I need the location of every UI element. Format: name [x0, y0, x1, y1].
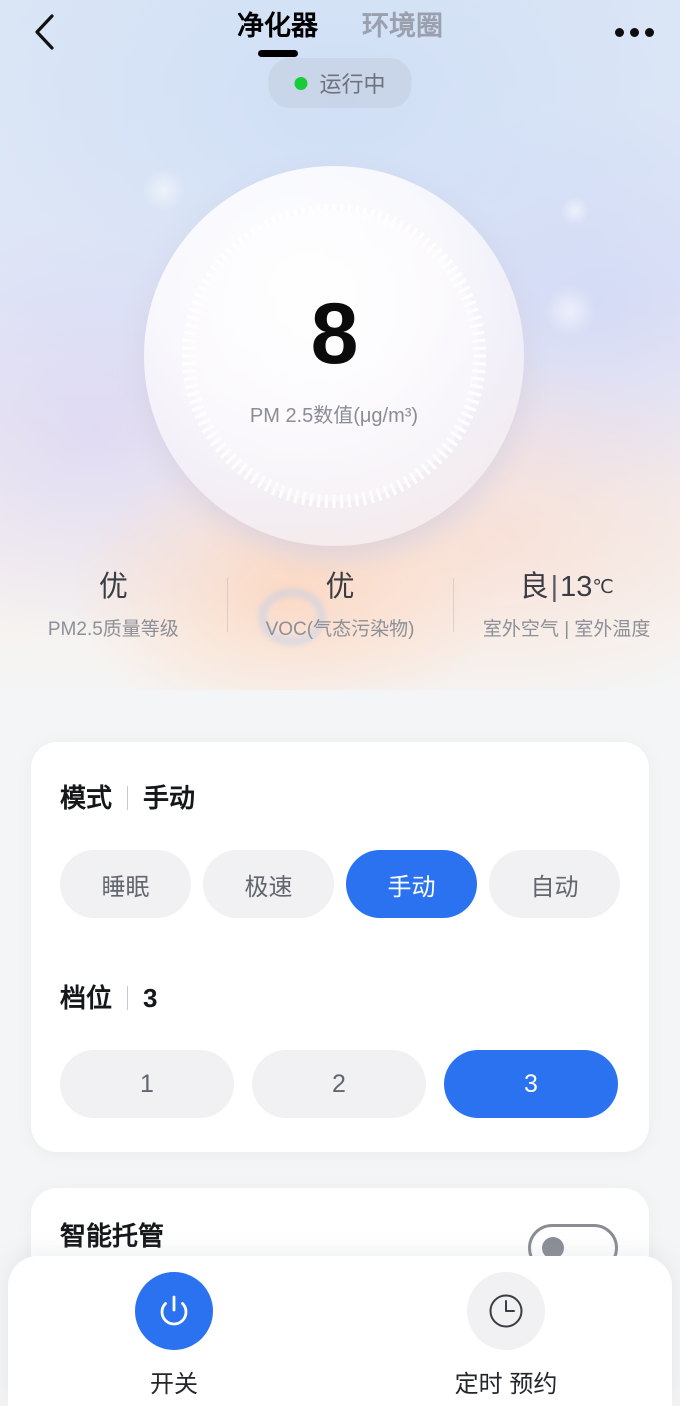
timer-action[interactable]: 定时 预约	[340, 1256, 672, 1406]
chevron-left-icon	[35, 14, 54, 50]
power-button[interactable]	[135, 1272, 213, 1350]
stat-label: VOC(气态污染物)	[265, 618, 415, 640]
stat-voc: 优 VOC(气态污染物)	[226, 571, 454, 641]
mode-chip-row: 睡眠 极速 手动 自动	[60, 850, 620, 918]
mode-chip-manual[interactable]: 手动	[346, 850, 477, 918]
mode-chip-sleep[interactable]: 睡眠	[60, 850, 191, 918]
tab-active-indicator	[257, 50, 298, 57]
pm25-unit-label: PM 2.5数值(μg/m³)	[249, 404, 419, 427]
stat-value: 优	[325, 571, 355, 603]
more-options-button[interactable]	[610, 8, 658, 56]
gear-chip-2[interactable]: 2	[252, 1050, 426, 1118]
ellipsis-icon-dot	[644, 27, 654, 37]
timer-button[interactable]	[467, 1272, 545, 1350]
chip-label: 睡眠	[101, 873, 150, 901]
tab-label: 净化器	[237, 11, 318, 41]
mode-chip-turbo[interactable]: 极速	[203, 850, 334, 918]
mode-current-value: 手动	[143, 783, 196, 813]
tab-environment[interactable]: 环境圈	[362, 4, 443, 57]
bottom-action-bar: 开关 定时 预约	[8, 1256, 672, 1406]
stat-value: 良|13℃	[453, 571, 680, 604]
air-stats-row: 优 PM2.5质量等级 优 VOC(气态污染物) 良|13℃ 室外空气 | 室外…	[0, 571, 680, 641]
ellipsis-icon-dot	[614, 27, 624, 37]
chip-label: 1	[140, 1069, 154, 1098]
chip-label: 2	[332, 1069, 346, 1098]
clock-icon	[489, 1294, 523, 1328]
stat-label: PM2.5质量等级	[47, 618, 179, 640]
chip-label: 自动	[530, 873, 579, 901]
pm25-dial[interactable]: 8 PM 2.5数值(μg/m³)	[144, 166, 536, 564]
back-button[interactable]	[20, 8, 68, 56]
chip-label: 3	[524, 1069, 538, 1098]
purifier-app-screen: 8 PM 2.5数值(μg/m³) 优 PM2.5质量等级 优 VOC(气态污染…	[0, 0, 680, 1406]
tab-label: 环境圈	[362, 11, 443, 41]
mode-title-label: 模式	[60, 783, 113, 813]
pm25-value: 8	[310, 285, 359, 382]
chip-label: 手动	[387, 873, 436, 901]
gear-chip-1[interactable]: 1	[60, 1050, 234, 1118]
tab-purifier[interactable]: 净化器	[237, 4, 318, 57]
timer-label: 定时 预约	[454, 1371, 558, 1398]
mode-chip-auto[interactable]: 自动	[489, 850, 620, 918]
device-tabs: 净化器 环境圈	[237, 4, 443, 57]
value-separator: |	[550, 571, 559, 603]
title-separator	[127, 986, 129, 1010]
temperature-unit: ℃	[592, 577, 614, 598]
chip-label: 极速	[244, 873, 293, 901]
stat-outdoor: 良|13℃ 室外空气 | 室外温度	[453, 571, 680, 641]
stat-pm25-grade: 优 PM2.5质量等级	[0, 571, 227, 641]
title-separator	[127, 786, 129, 810]
bokeh-decoration	[544, 285, 596, 337]
smart-hosting-title: 智能托管	[60, 1221, 165, 1251]
stat-label: 室外空气 | 室外温度	[482, 618, 651, 640]
gear-section-title: 档位 3	[60, 978, 157, 1015]
device-status-badge: 运行中	[268, 58, 412, 108]
power-label: 开关	[150, 1371, 198, 1398]
power-action[interactable]: 开关	[8, 1256, 340, 1406]
mode-and-gear-card: 模式 手动 睡眠 极速 手动 自动 档位 3 1 2 3	[31, 742, 649, 1152]
status-dot-icon	[294, 76, 308, 90]
stat-value: 优	[98, 571, 128, 603]
mode-section-title: 模式 手动	[60, 778, 195, 815]
gear-title-label: 档位	[60, 983, 113, 1013]
bokeh-decoration	[560, 196, 590, 226]
gear-chip-row: 1 2 3	[60, 1050, 618, 1118]
gear-current-value: 3	[143, 983, 158, 1013]
status-text: 运行中	[319, 72, 386, 97]
outdoor-air-grade: 良	[519, 571, 549, 603]
ellipsis-icon-dot	[629, 27, 639, 37]
dial-readout: 8 PM 2.5数值(μg/m³)	[144, 166, 524, 546]
outdoor-temp-value: 13	[560, 571, 593, 603]
power-icon	[160, 1295, 188, 1326]
gear-chip-3[interactable]: 3	[444, 1050, 618, 1118]
top-navigation-bar: 净化器 环境圈	[0, 0, 680, 64]
